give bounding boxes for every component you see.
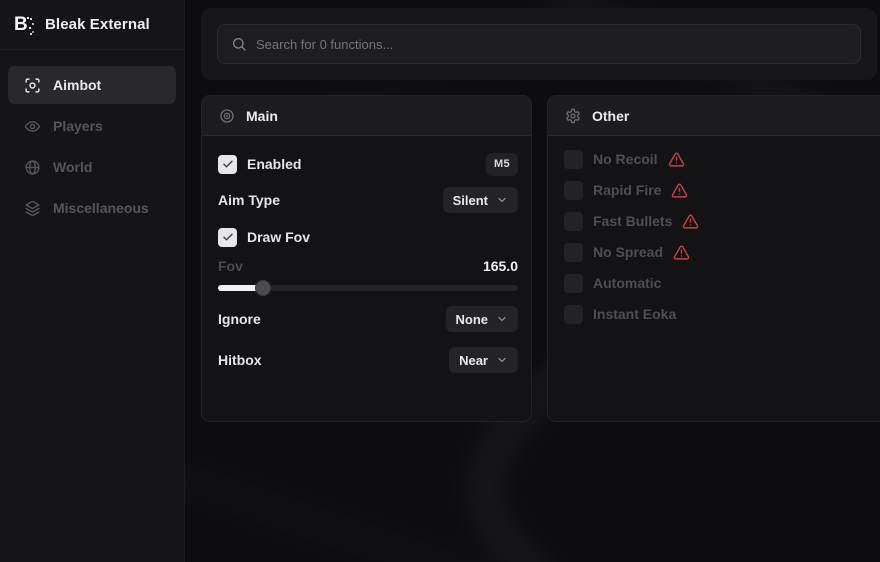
rapid-fire-label: Rapid Fire: [593, 182, 661, 198]
chevron-down-icon: [496, 354, 508, 366]
enabled-label: Enabled: [247, 156, 301, 172]
search-box: [217, 24, 861, 64]
main-panel: Main Enabled M5 Aim Type Silent: [201, 95, 532, 422]
fast-bullets-label: Fast Bullets: [593, 213, 672, 229]
sidebar-header: B Bleak External: [0, 0, 184, 50]
sidebar-item-aimbot[interactable]: Aimbot: [8, 66, 176, 104]
enabled-checkbox[interactable]: [218, 155, 237, 174]
no-recoil-row: No Recoil: [564, 149, 876, 169]
automatic-label: Automatic: [593, 275, 661, 291]
no-spread-checkbox[interactable]: [564, 243, 583, 262]
instant-eoka-checkbox[interactable]: [564, 305, 583, 324]
focus-icon: [24, 77, 41, 94]
fov-row: Fov 165.0: [218, 257, 518, 275]
warning-icon: [682, 213, 699, 230]
check-icon: [222, 158, 234, 170]
ignore-row: Ignore None: [218, 306, 518, 332]
automatic-row: Automatic: [564, 273, 876, 293]
fov-slider-thumb[interactable]: [255, 280, 271, 296]
app-window: B Bleak External Aimbot Players World Mi…: [0, 0, 880, 562]
sidebar-item-label: Players: [53, 118, 103, 134]
no-spread-row: No Spread: [564, 242, 876, 262]
sidebar: B Bleak External Aimbot Players World Mi…: [0, 0, 185, 562]
eye-icon: [24, 118, 41, 135]
sidebar-item-miscellaneous[interactable]: Miscellaneous: [8, 189, 176, 227]
fov-slider[interactable]: [218, 285, 518, 291]
sidebar-nav: Aimbot Players World Miscellaneous: [0, 50, 184, 227]
chevron-down-icon: [496, 194, 508, 206]
draw-fov-row: Draw Fov: [218, 225, 518, 249]
draw-fov-checkbox[interactable]: [218, 228, 237, 247]
enabled-row: Enabled M5: [218, 152, 518, 176]
globe-icon: [24, 159, 41, 176]
warning-icon: [668, 151, 685, 168]
no-recoil-checkbox[interactable]: [564, 150, 583, 169]
other-panel-header: Other: [548, 96, 880, 136]
fov-value: 165.0: [483, 258, 518, 274]
main-panel-title: Main: [246, 108, 278, 124]
search-icon: [231, 36, 247, 52]
rapid-fire-row: Rapid Fire: [564, 180, 876, 200]
warning-icon: [671, 182, 688, 199]
warning-icon: [673, 244, 690, 261]
other-panel: Other No Recoil Rapid Fire Fast Bullets: [547, 95, 880, 422]
app-title: Bleak External: [45, 16, 150, 33]
sidebar-item-world[interactable]: World: [8, 148, 176, 186]
aim-type-dropdown[interactable]: Silent: [443, 187, 518, 213]
hitbox-label: Hitbox: [218, 352, 262, 368]
fov-label: Fov: [218, 258, 243, 274]
hitbox-row: Hitbox Near: [218, 347, 518, 373]
hitbox-dropdown[interactable]: Near: [449, 347, 518, 373]
aim-type-value: Silent: [453, 193, 488, 208]
instant-eoka-row: Instant Eoka: [564, 304, 876, 324]
sidebar-item-label: World: [53, 159, 92, 175]
sidebar-item-label: Miscellaneous: [53, 200, 149, 216]
ignore-value: None: [456, 312, 489, 327]
app-logo: B: [14, 14, 36, 36]
check-icon: [222, 231, 234, 243]
no-recoil-label: No Recoil: [593, 151, 658, 167]
sidebar-item-players[interactable]: Players: [8, 107, 176, 145]
aim-type-row: Aim Type Silent: [218, 187, 518, 213]
sidebar-item-label: Aimbot: [53, 77, 101, 93]
main-panel-header: Main: [202, 96, 531, 136]
draw-fov-label: Draw Fov: [247, 229, 310, 245]
hitbox-value: Near: [459, 353, 488, 368]
other-panel-body: No Recoil Rapid Fire Fast Bullets No Spr…: [564, 149, 876, 335]
search-input[interactable]: [256, 37, 847, 52]
fast-bullets-checkbox[interactable]: [564, 212, 583, 231]
ignore-dropdown[interactable]: None: [446, 306, 519, 332]
aim-type-label: Aim Type: [218, 192, 280, 208]
fast-bullets-row: Fast Bullets: [564, 211, 876, 231]
ignore-label: Ignore: [218, 311, 261, 327]
target-icon: [219, 108, 235, 124]
instant-eoka-label: Instant Eoka: [593, 306, 676, 322]
main-content: Main Enabled M5 Aim Type Silent: [185, 0, 880, 562]
gear-icon: [565, 108, 581, 124]
automatic-checkbox[interactable]: [564, 274, 583, 293]
search-bar-container: [201, 8, 877, 80]
rapid-fire-checkbox[interactable]: [564, 181, 583, 200]
layers-icon: [24, 200, 41, 217]
chevron-down-icon: [496, 313, 508, 325]
other-panel-title: Other: [592, 108, 629, 124]
no-spread-label: No Spread: [593, 244, 663, 260]
keybind-button[interactable]: M5: [486, 153, 518, 176]
